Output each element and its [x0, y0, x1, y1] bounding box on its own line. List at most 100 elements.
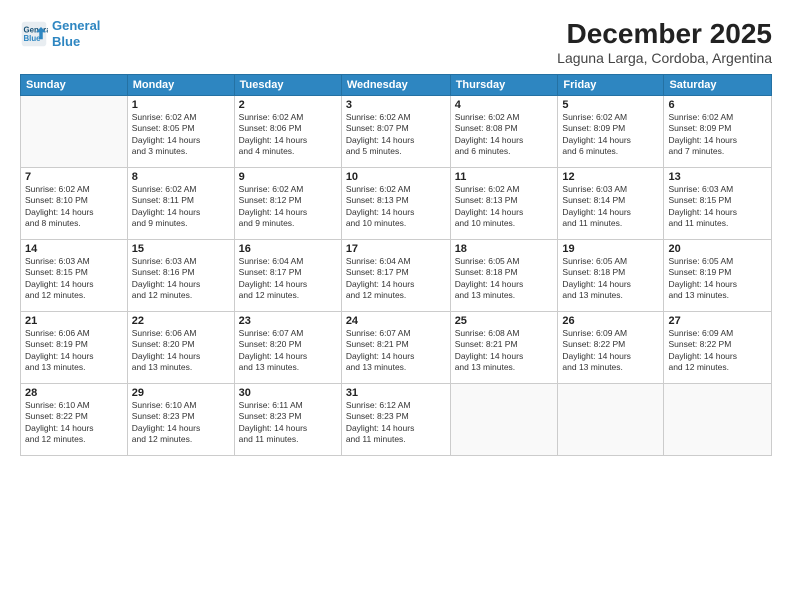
day-info: Sunrise: 6:02 AMSunset: 8:08 PMDaylight:… [455, 112, 554, 158]
calendar-cell: 10Sunrise: 6:02 AMSunset: 8:13 PMDayligh… [341, 168, 450, 240]
calendar-cell: 23Sunrise: 6:07 AMSunset: 8:20 PMDayligh… [234, 312, 341, 384]
week-row-3: 21Sunrise: 6:06 AMSunset: 8:19 PMDayligh… [21, 312, 772, 384]
logo: General Blue General Blue [20, 18, 100, 49]
calendar-cell: 3Sunrise: 6:02 AMSunset: 8:07 PMDaylight… [341, 96, 450, 168]
week-row-4: 28Sunrise: 6:10 AMSunset: 8:22 PMDayligh… [21, 384, 772, 456]
week-row-2: 14Sunrise: 6:03 AMSunset: 8:15 PMDayligh… [21, 240, 772, 312]
day-info: Sunrise: 6:07 AMSunset: 8:20 PMDaylight:… [239, 328, 337, 374]
logo-icon: General Blue [20, 20, 48, 48]
day-number: 23 [239, 315, 337, 327]
title-block: December 2025 Laguna Larga, Cordoba, Arg… [557, 18, 772, 66]
day-number: 4 [455, 99, 554, 111]
logo-text: General Blue [52, 18, 100, 49]
day-info: Sunrise: 6:02 AMSunset: 8:09 PMDaylight:… [668, 112, 767, 158]
day-info: Sunrise: 6:04 AMSunset: 8:17 PMDaylight:… [239, 256, 337, 302]
calendar-cell: 27Sunrise: 6:09 AMSunset: 8:22 PMDayligh… [664, 312, 772, 384]
calendar-cell [664, 384, 772, 456]
day-number: 26 [562, 315, 659, 327]
calendar-cell: 30Sunrise: 6:11 AMSunset: 8:23 PMDayligh… [234, 384, 341, 456]
day-number: 3 [346, 99, 446, 111]
calendar-cell: 7Sunrise: 6:02 AMSunset: 8:10 PMDaylight… [21, 168, 128, 240]
header-sunday: Sunday [21, 75, 128, 96]
day-number: 29 [132, 387, 230, 399]
day-info: Sunrise: 6:02 AMSunset: 8:11 PMDaylight:… [132, 184, 230, 230]
calendar-cell [21, 96, 128, 168]
header-monday: Monday [127, 75, 234, 96]
day-info: Sunrise: 6:03 AMSunset: 8:15 PMDaylight:… [25, 256, 123, 302]
calendar-cell: 12Sunrise: 6:03 AMSunset: 8:14 PMDayligh… [558, 168, 664, 240]
day-info: Sunrise: 6:11 AMSunset: 8:23 PMDaylight:… [239, 400, 337, 446]
day-info: Sunrise: 6:02 AMSunset: 8:07 PMDaylight:… [346, 112, 446, 158]
day-info: Sunrise: 6:02 AMSunset: 8:06 PMDaylight:… [239, 112, 337, 158]
day-number: 12 [562, 171, 659, 183]
day-info: Sunrise: 6:04 AMSunset: 8:17 PMDaylight:… [346, 256, 446, 302]
day-number: 24 [346, 315, 446, 327]
calendar-cell: 6Sunrise: 6:02 AMSunset: 8:09 PMDaylight… [664, 96, 772, 168]
week-row-0: 1Sunrise: 6:02 AMSunset: 8:05 PMDaylight… [21, 96, 772, 168]
day-info: Sunrise: 6:09 AMSunset: 8:22 PMDaylight:… [562, 328, 659, 374]
calendar-cell: 17Sunrise: 6:04 AMSunset: 8:17 PMDayligh… [341, 240, 450, 312]
day-number: 13 [668, 171, 767, 183]
calendar-cell: 16Sunrise: 6:04 AMSunset: 8:17 PMDayligh… [234, 240, 341, 312]
calendar-cell: 15Sunrise: 6:03 AMSunset: 8:16 PMDayligh… [127, 240, 234, 312]
day-info: Sunrise: 6:06 AMSunset: 8:19 PMDaylight:… [25, 328, 123, 374]
day-info: Sunrise: 6:10 AMSunset: 8:23 PMDaylight:… [132, 400, 230, 446]
day-info: Sunrise: 6:09 AMSunset: 8:22 PMDaylight:… [668, 328, 767, 374]
day-info: Sunrise: 6:07 AMSunset: 8:21 PMDaylight:… [346, 328, 446, 374]
day-info: Sunrise: 6:02 AMSunset: 8:05 PMDaylight:… [132, 112, 230, 158]
calendar-cell [558, 384, 664, 456]
day-info: Sunrise: 6:10 AMSunset: 8:22 PMDaylight:… [25, 400, 123, 446]
day-number: 30 [239, 387, 337, 399]
day-number: 17 [346, 243, 446, 255]
calendar-cell: 9Sunrise: 6:02 AMSunset: 8:12 PMDaylight… [234, 168, 341, 240]
calendar-cell: 20Sunrise: 6:05 AMSunset: 8:19 PMDayligh… [664, 240, 772, 312]
day-number: 9 [239, 171, 337, 183]
day-number: 20 [668, 243, 767, 255]
day-info: Sunrise: 6:03 AMSunset: 8:14 PMDaylight:… [562, 184, 659, 230]
day-number: 22 [132, 315, 230, 327]
calendar-cell: 11Sunrise: 6:02 AMSunset: 8:13 PMDayligh… [450, 168, 558, 240]
day-info: Sunrise: 6:12 AMSunset: 8:23 PMDaylight:… [346, 400, 446, 446]
day-info: Sunrise: 6:02 AMSunset: 8:12 PMDaylight:… [239, 184, 337, 230]
week-row-1: 7Sunrise: 6:02 AMSunset: 8:10 PMDaylight… [21, 168, 772, 240]
header-tuesday: Tuesday [234, 75, 341, 96]
header: General Blue General Blue December 2025 … [20, 18, 772, 66]
calendar-cell: 19Sunrise: 6:05 AMSunset: 8:18 PMDayligh… [558, 240, 664, 312]
day-info: Sunrise: 6:05 AMSunset: 8:18 PMDaylight:… [562, 256, 659, 302]
page: General Blue General Blue December 2025 … [0, 0, 792, 612]
day-info: Sunrise: 6:02 AMSunset: 8:13 PMDaylight:… [346, 184, 446, 230]
header-thursday: Thursday [450, 75, 558, 96]
day-number: 15 [132, 243, 230, 255]
calendar-title: December 2025 [557, 18, 772, 50]
calendar-cell: 18Sunrise: 6:05 AMSunset: 8:18 PMDayligh… [450, 240, 558, 312]
day-info: Sunrise: 6:02 AMSunset: 8:10 PMDaylight:… [25, 184, 123, 230]
calendar-cell: 5Sunrise: 6:02 AMSunset: 8:09 PMDaylight… [558, 96, 664, 168]
calendar-cell: 21Sunrise: 6:06 AMSunset: 8:19 PMDayligh… [21, 312, 128, 384]
header-wednesday: Wednesday [341, 75, 450, 96]
day-number: 25 [455, 315, 554, 327]
header-saturday: Saturday [664, 75, 772, 96]
calendar-cell: 4Sunrise: 6:02 AMSunset: 8:08 PMDaylight… [450, 96, 558, 168]
calendar-cell: 28Sunrise: 6:10 AMSunset: 8:22 PMDayligh… [21, 384, 128, 456]
day-number: 21 [25, 315, 123, 327]
day-number: 2 [239, 99, 337, 111]
day-number: 11 [455, 171, 554, 183]
day-number: 18 [455, 243, 554, 255]
calendar-cell [450, 384, 558, 456]
day-info: Sunrise: 6:03 AMSunset: 8:15 PMDaylight:… [668, 184, 767, 230]
day-number: 19 [562, 243, 659, 255]
day-number: 8 [132, 171, 230, 183]
day-info: Sunrise: 6:02 AMSunset: 8:13 PMDaylight:… [455, 184, 554, 230]
day-number: 6 [668, 99, 767, 111]
calendar-subtitle: Laguna Larga, Cordoba, Argentina [557, 50, 772, 66]
day-info: Sunrise: 6:02 AMSunset: 8:09 PMDaylight:… [562, 112, 659, 158]
day-number: 1 [132, 99, 230, 111]
day-number: 5 [562, 99, 659, 111]
day-info: Sunrise: 6:05 AMSunset: 8:19 PMDaylight:… [668, 256, 767, 302]
calendar-cell: 31Sunrise: 6:12 AMSunset: 8:23 PMDayligh… [341, 384, 450, 456]
day-number: 28 [25, 387, 123, 399]
day-number: 7 [25, 171, 123, 183]
day-number: 27 [668, 315, 767, 327]
day-info: Sunrise: 6:05 AMSunset: 8:18 PMDaylight:… [455, 256, 554, 302]
day-info: Sunrise: 6:08 AMSunset: 8:21 PMDaylight:… [455, 328, 554, 374]
